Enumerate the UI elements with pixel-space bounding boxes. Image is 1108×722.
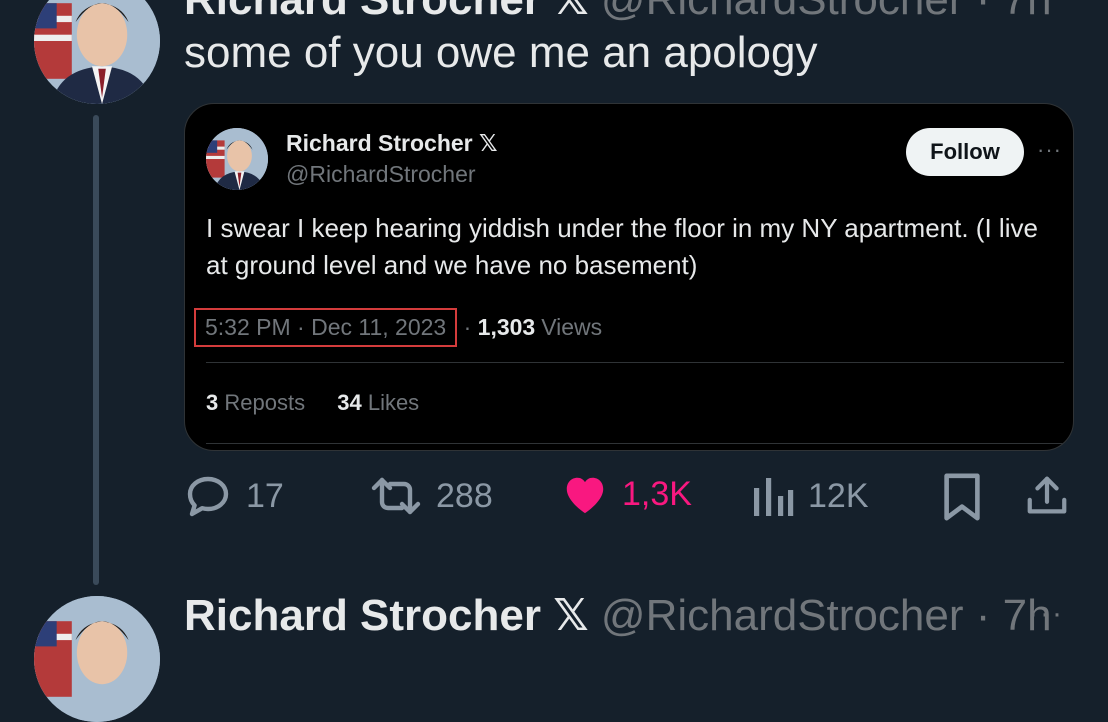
repost-count: 288	[436, 476, 493, 515]
timestamp[interactable]: 5:32 PM · Dec 11, 2023	[194, 308, 458, 347]
tweet-actions: 17 288 1,3K 12K	[184, 472, 1072, 528]
divider	[206, 362, 1064, 363]
avatar[interactable]	[34, 0, 160, 104]
views-label: Views	[541, 314, 603, 340]
time-ago[interactable]: 7h	[1003, 0, 1052, 24]
x-logo-icon: 𝕏	[553, 0, 588, 24]
quoted-tweet-card[interactable]: Richard Strocher 𝕏 @RichardStrocher Foll…	[184, 103, 1074, 451]
quote-handle[interactable]: @RichardStrocher	[286, 161, 476, 188]
x-logo-icon: 𝕏	[479, 130, 498, 156]
x-logo-icon: 𝕏	[553, 591, 589, 640]
reposts-stat[interactable]: 3 Reposts	[206, 390, 305, 415]
likes-stat[interactable]: 34 Likes	[337, 390, 419, 415]
views-button[interactable]: 12K	[750, 472, 869, 520]
reply-button[interactable]: 17	[184, 472, 284, 520]
separator: ·	[976, 0, 991, 24]
tweet-header: Richard Strocher 𝕏 @RichardStrocher · 7h	[184, 590, 1052, 641]
share-icon	[1027, 476, 1067, 514]
reply-count: 17	[246, 476, 284, 515]
display-name[interactable]: Richard Strocher	[184, 0, 541, 24]
heart-icon	[566, 477, 604, 514]
separator: ·	[963, 591, 1003, 640]
share-button[interactable]	[1024, 472, 1070, 520]
quote-meta: 5:32 PM · Dec 11, 2023 · 1,303 Views	[194, 308, 603, 347]
quote-stats: 3 Reposts 34 Likes	[206, 390, 419, 416]
follow-button[interactable]: Follow	[906, 128, 1024, 176]
avatar[interactable]	[34, 596, 160, 722]
meta-separator: ·	[457, 314, 478, 340]
more-options-icon[interactable]: ···	[1028, 597, 1064, 631]
tweet-header: Richard Strocher 𝕏 @RichardStrocher · 7h	[184, 0, 1052, 25]
views-count: 12K	[808, 476, 869, 515]
quote-text: I swear I keep hearing yiddish under the…	[206, 213, 1038, 280]
bookmark-icon	[944, 473, 980, 521]
analytics-icon	[754, 478, 794, 516]
quote-avatar[interactable]	[206, 128, 268, 190]
bookmark-button[interactable]	[940, 472, 984, 522]
handle[interactable]: @RichardStrocher	[601, 591, 964, 640]
repost-button[interactable]: 288	[370, 472, 493, 520]
divider	[206, 443, 1064, 444]
tweet-text: some of you owe me an apology	[184, 28, 818, 77]
reply-icon	[187, 476, 229, 517]
quote-display-name[interactable]: Richard Strocher 𝕏	[286, 130, 498, 157]
thread-line	[93, 115, 99, 585]
more-options-icon[interactable]: ···	[1037, 137, 1062, 163]
like-count: 1,3K	[622, 474, 692, 513]
display-name[interactable]: Richard Strocher	[184, 591, 541, 640]
repost-icon	[371, 477, 421, 515]
like-button[interactable]: 1,3K	[562, 472, 692, 516]
views-count: 1,303	[477, 314, 536, 340]
handle[interactable]: @RichardStrocher	[601, 0, 964, 24]
